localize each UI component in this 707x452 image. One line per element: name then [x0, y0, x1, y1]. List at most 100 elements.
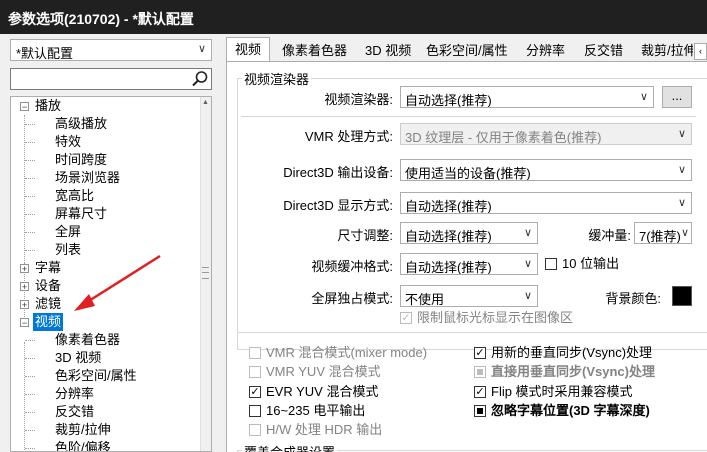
tree-branch — [25, 340, 35, 341]
settings-tree[interactable]: − 播放 高级播放 特效 时间跨度 场景浏览器 宽高比 屏幕尺寸 全屏 列表 +… — [10, 96, 212, 452]
tab-resolution[interactable]: 分辨率 — [526, 40, 565, 61]
separator — [241, 116, 696, 117]
tree-branch — [25, 214, 35, 215]
tree-item-fullscreen[interactable]: 全屏 — [55, 223, 81, 241]
checkbox-box[interactable]: ✓ — [249, 386, 261, 398]
tree-item-filter[interactable]: 滤镜 — [35, 295, 61, 313]
fullscreen-mode-label: 全屏独占模式: — [311, 291, 393, 306]
fullscreen-mode-select[interactable]: 不使用 ∨ — [400, 285, 538, 307]
range-16-235-label: 16~235 电平输出 — [266, 403, 366, 418]
d3d-display-select[interactable]: 自动选择(推荐) ∨ — [400, 192, 692, 214]
tree-item-levels-offset[interactable]: 色阶/偏移 — [55, 439, 111, 451]
tree-item-advanced-playback[interactable]: 高级播放 — [55, 115, 107, 133]
tree-branch — [25, 412, 35, 413]
tree-item-pixel-shader[interactable]: 像素着色器 — [55, 331, 120, 349]
vmr-mode-value: 3D 纹理层 - 仅用于像素着色(推荐) — [405, 130, 602, 145]
surface-value: 自动选择(推荐) — [405, 260, 492, 275]
tree-branch — [25, 250, 35, 251]
tree-item-deinterlace[interactable]: 反交错 — [55, 403, 94, 421]
chevron-down-icon: ∨ — [523, 258, 532, 270]
tree-branch — [25, 142, 35, 143]
tab-3d-video[interactable]: 3D 视频 — [365, 40, 411, 61]
tab-strip: 视频 像素着色器 3D 视频 色彩空间/属性 分辨率 反交错 裁剪/拉伸 ‹ — [226, 37, 707, 61]
d3d-display-value: 自动选择(推荐) — [405, 199, 492, 214]
tree-item-effects[interactable]: 特效 — [55, 133, 81, 151]
checkbox-box[interactable] — [249, 424, 261, 436]
tab-color-space[interactable]: 色彩空间/属性 — [426, 40, 508, 61]
search-input[interactable] — [10, 68, 212, 90]
checkbox-box[interactable] — [249, 347, 261, 359]
checkbox-box[interactable]: ✓ — [474, 347, 486, 359]
tree-item-aspect-ratio[interactable]: 宽高比 — [55, 187, 94, 205]
overlay-group-title: 覆盖合成器设置 — [242, 442, 338, 452]
tree-branch — [25, 178, 35, 179]
chevron-down-icon: ∨ — [677, 197, 686, 209]
checkbox-box[interactable]: ✓ — [474, 386, 486, 398]
collapse-icon[interactable]: − — [20, 102, 29, 112]
hw-hdr-label: H/W 处理 HDR 输出 — [266, 422, 383, 437]
tab-video[interactable]: 视频 — [226, 37, 271, 61]
checkbox-box[interactable] — [545, 258, 557, 270]
tree-item-device[interactable]: 设备 — [35, 277, 61, 295]
tab-crop-stretch[interactable]: 裁剪/拉伸 — [641, 40, 693, 61]
chevron-down-icon: ∨ — [523, 290, 532, 302]
tree-item-3d-video[interactable]: 3D 视频 — [55, 349, 101, 367]
checkbox-box[interactable] — [249, 366, 261, 378]
title-bar: 参数选项(210702) - *默认配置 — [0, 0, 707, 34]
tab-deinterlace[interactable]: 反交错 — [584, 40, 623, 61]
renderer-select[interactable]: 自动选择(推荐) ∨ — [400, 86, 654, 108]
tree-scrollbar[interactable]: ▲ — [200, 97, 211, 451]
tree-item-playlist[interactable]: 列表 — [55, 241, 81, 259]
chevron-down-icon: ∨ — [197, 43, 206, 55]
tree-branch — [25, 448, 35, 449]
checkbox-box[interactable] — [474, 405, 486, 417]
ignore-3d-subtitle-label: 忽略字幕位置(3D 字幕深度) — [491, 403, 650, 418]
scrollbar-grip[interactable] — [202, 267, 209, 279]
surface-select[interactable]: 自动选择(推荐) ∨ — [400, 253, 538, 275]
checkbox-box[interactable]: ✓ — [400, 312, 412, 324]
resize-label: 尺寸调整: — [337, 228, 393, 243]
tree-item-color-space[interactable]: 色彩空间/属性 — [55, 367, 137, 385]
tree-branch — [25, 232, 35, 233]
tree-branch — [25, 376, 35, 377]
vmr-mixer-label: VMR 混合模式(mixer mode) — [266, 345, 428, 360]
checkbox-box[interactable] — [474, 366, 486, 378]
renderer-value: 自动选择(推荐) — [405, 93, 492, 108]
tree-item-crop-stretch[interactable]: 裁剪/拉伸 — [55, 421, 111, 439]
expand-icon[interactable]: + — [20, 300, 29, 310]
d3d-device-label: Direct3D 输出设备: — [283, 165, 393, 180]
tab-pixel-shader[interactable]: 像素着色器 — [282, 40, 347, 61]
vmr-mode-select[interactable]: 3D 纹理层 - 仅用于像素着色(推荐) ∨ — [400, 123, 692, 145]
buffer-select[interactable]: 7(推荐) ∨ — [634, 222, 692, 244]
chevron-down-icon: ∨ — [680, 227, 689, 239]
bgcolor-swatch[interactable] — [672, 286, 692, 306]
flip-mode-label: Flip 模式时采用兼容模式 — [491, 384, 633, 399]
resize-select[interactable]: 自动选择(推荐) ∨ — [400, 222, 538, 244]
buffer-label: 缓冲量: — [588, 228, 631, 243]
d3d-device-select[interactable]: 使用适当的设备(推荐) ∨ — [400, 159, 692, 181]
tab-scroll-left-icon[interactable]: ‹ — [694, 43, 707, 60]
profile-select[interactable]: *默认配置 ∨ — [10, 39, 212, 61]
tree-item-video[interactable]: 视频 — [33, 313, 64, 331]
tree-item-scene-browser[interactable]: 场景浏览器 — [55, 169, 120, 187]
direct-vsync-label: 直接用垂直同步(Vsync)处理 — [491, 364, 655, 379]
search-icon[interactable] — [191, 70, 209, 88]
expand-icon[interactable]: + — [20, 264, 29, 274]
separator — [237, 332, 707, 333]
chevron-down-icon: ∨ — [639, 91, 648, 103]
scroll-up-icon[interactable]: ▲ — [202, 99, 209, 106]
tree-item-resolution[interactable]: 分辨率 — [55, 385, 94, 403]
video-settings-panel: 视频渲染器 视频渲染器: 自动选择(推荐) ∨ ... VMR 处理方式: 3D… — [226, 61, 707, 452]
expand-icon[interactable]: + — [20, 282, 29, 292]
checkbox-box[interactable] — [249, 405, 261, 417]
renderer-more-button[interactable]: ... — [662, 86, 692, 108]
collapse-icon[interactable]: − — [20, 318, 29, 328]
renderer-group-title: 视频渲染器 — [242, 69, 312, 88]
tree-item-screen-size[interactable]: 屏幕尺寸 — [55, 205, 107, 223]
vmr-yuv-label: VMR YUV 混合模式 — [266, 364, 381, 379]
tree-item-subtitle[interactable]: 字幕 — [35, 259, 61, 277]
tree-item-playback[interactable]: 播放 — [35, 97, 61, 115]
surface-label: 视频缓冲格式: — [311, 259, 393, 274]
chevron-down-icon: ∨ — [523, 227, 532, 239]
tree-item-timespan[interactable]: 时间跨度 — [55, 151, 107, 169]
